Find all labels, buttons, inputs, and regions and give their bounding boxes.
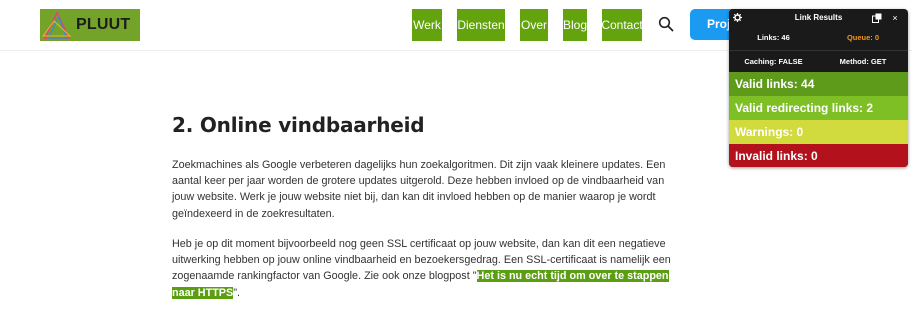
close-icon[interactable]: × <box>889 12 901 24</box>
nav-item-over[interactable]: Over <box>520 9 548 41</box>
site-logo[interactable]: PLUUT <box>40 9 140 41</box>
article-section: 2. Online vindbaarheid <box>172 113 682 137</box>
method-status: Method: GET <box>839 57 887 66</box>
caching-status: Caching: FALSE <box>744 57 803 66</box>
nav-item-werk[interactable]: Werk <box>412 9 442 41</box>
article-paragraph-1: Zoekmachines als Google verbeteren dagel… <box>172 159 666 220</box>
logo-text: PLUUT <box>76 16 131 33</box>
warnings-row[interactable]: Warnings: 0 <box>729 120 908 144</box>
section-heading: 2. Online vindbaarheid <box>172 113 425 137</box>
search-icon[interactable] <box>658 16 674 32</box>
invalid-links-row[interactable]: Invalid links: 0 <box>729 144 908 167</box>
stats-divider <box>729 50 908 51</box>
queue-count: Queue: 0 <box>846 33 880 42</box>
valid-links-row[interactable]: Valid links: 44 <box>729 72 908 96</box>
export-icon[interactable] <box>872 13 882 23</box>
link-results-panel: Link Results × Links: 46 Queue: 0 Cachin… <box>729 9 908 167</box>
links-count: Links: 46 <box>757 33 790 42</box>
valid-redirecting-links-row[interactable]: Valid redirecting links: 2 <box>729 96 908 120</box>
article-paragraph-2: Heb je op dit moment bijvoorbeeld nog ge… <box>172 236 672 301</box>
nav-item-contact[interactable]: Contact <box>601 9 643 41</box>
nav-item-diensten[interactable]: Diensten <box>457 9 505 41</box>
nav-item-blog[interactable]: Blog <box>563 9 587 41</box>
paragraph-2-end: ". <box>233 286 241 299</box>
logo-mark-icon <box>42 11 72 39</box>
